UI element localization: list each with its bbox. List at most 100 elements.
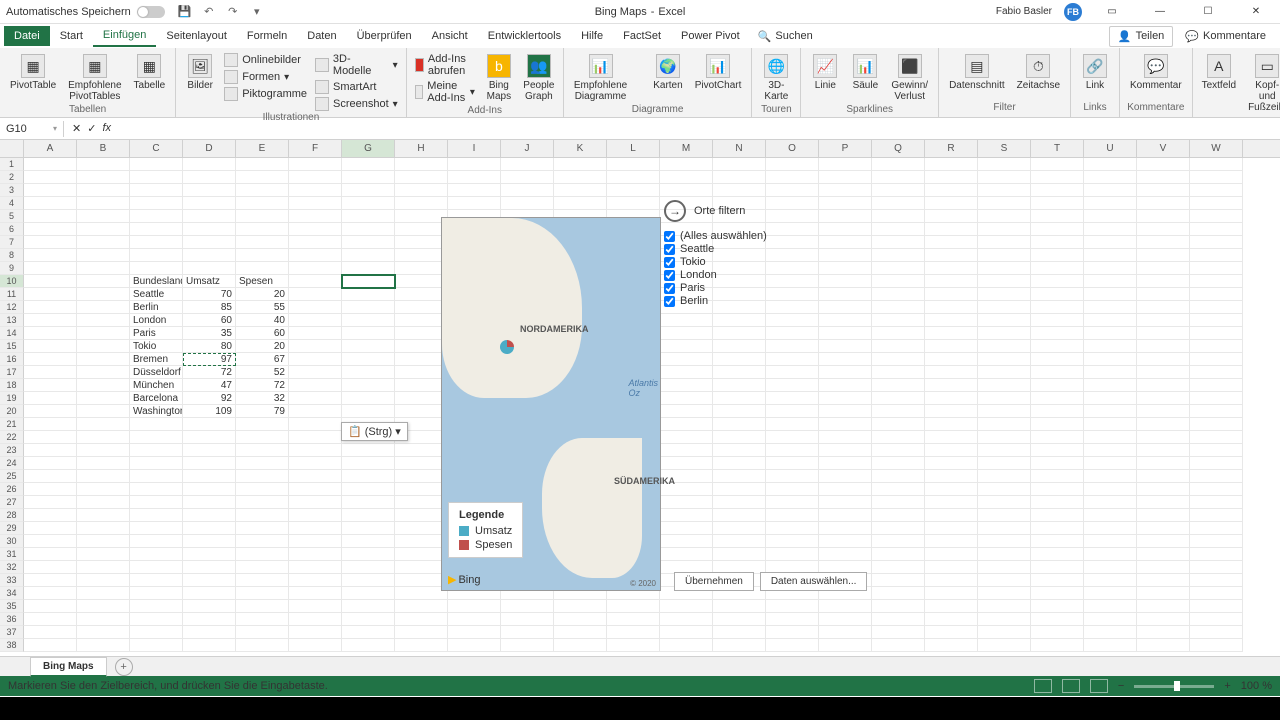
column-header[interactable]: R	[925, 140, 978, 157]
name-box[interactable]: G10▾	[0, 121, 64, 137]
my-addins-button[interactable]: Meine Add-Ins ▾	[413, 79, 477, 105]
arrow-right-icon[interactable]: →	[664, 200, 686, 222]
cell[interactable]: Seattle	[130, 288, 183, 301]
cell[interactable]	[183, 470, 236, 483]
cell[interactable]	[1031, 184, 1084, 197]
cell[interactable]	[1190, 496, 1243, 509]
cell[interactable]	[24, 262, 77, 275]
cell[interactable]	[660, 509, 713, 522]
cell[interactable]	[713, 392, 766, 405]
cell[interactable]	[1190, 262, 1243, 275]
cell[interactable]	[236, 418, 289, 431]
cell[interactable]	[236, 626, 289, 639]
cell[interactable]	[1084, 171, 1137, 184]
cell[interactable]	[872, 405, 925, 418]
cell[interactable]	[978, 522, 1031, 535]
cell[interactable]	[1190, 249, 1243, 262]
cell[interactable]	[342, 483, 395, 496]
view-layout-button[interactable]	[1062, 679, 1080, 693]
cell[interactable]	[819, 509, 872, 522]
cell[interactable]: 67	[236, 353, 289, 366]
row-header[interactable]: 9	[0, 262, 24, 275]
cell[interactable]	[24, 483, 77, 496]
cell[interactable]	[77, 275, 130, 288]
cell[interactable]	[130, 548, 183, 561]
cell[interactable]	[289, 522, 342, 535]
cell[interactable]	[1031, 379, 1084, 392]
cell[interactable]: 35	[183, 327, 236, 340]
cell[interactable]	[24, 587, 77, 600]
cell[interactable]	[1137, 197, 1190, 210]
cell[interactable]	[77, 574, 130, 587]
cell[interactable]	[236, 548, 289, 561]
cell[interactable]	[236, 587, 289, 600]
cell[interactable]	[819, 171, 872, 184]
cell[interactable]	[1137, 587, 1190, 600]
cell[interactable]	[24, 340, 77, 353]
comment-button[interactable]: 💬Kommentar	[1126, 52, 1186, 93]
cell[interactable]: 97	[183, 353, 236, 366]
cell[interactable]	[289, 639, 342, 652]
cell[interactable]	[713, 509, 766, 522]
cell[interactable]	[766, 158, 819, 171]
cell[interactable]	[1137, 418, 1190, 431]
cell[interactable]	[978, 444, 1031, 457]
cell[interactable]	[1137, 236, 1190, 249]
shapes-button[interactable]: Formen ▾	[222, 69, 309, 85]
cell[interactable]	[766, 522, 819, 535]
row-header[interactable]: 11	[0, 288, 24, 301]
cell[interactable]	[1084, 639, 1137, 652]
cell[interactable]	[1137, 405, 1190, 418]
cell[interactable]	[1190, 392, 1243, 405]
cell[interactable]	[925, 392, 978, 405]
cell[interactable]	[1190, 366, 1243, 379]
cell[interactable]	[872, 535, 925, 548]
cell[interactable]	[1190, 418, 1243, 431]
cell[interactable]	[130, 639, 183, 652]
cell[interactable]	[819, 496, 872, 509]
cell[interactable]	[1084, 288, 1137, 301]
cell[interactable]	[236, 197, 289, 210]
cell[interactable]	[978, 457, 1031, 470]
cell[interactable]	[872, 496, 925, 509]
cell[interactable]	[448, 158, 501, 171]
cell[interactable]: 109	[183, 405, 236, 418]
cell[interactable]	[978, 535, 1031, 548]
cell[interactable]	[183, 236, 236, 249]
cell[interactable]	[713, 340, 766, 353]
cell[interactable]	[77, 236, 130, 249]
cell[interactable]	[819, 366, 872, 379]
cell[interactable]	[819, 431, 872, 444]
cell[interactable]	[130, 587, 183, 600]
cell[interactable]	[925, 600, 978, 613]
row-header[interactable]: 19	[0, 392, 24, 405]
cell[interactable]	[130, 444, 183, 457]
cell[interactable]: London	[130, 314, 183, 327]
column-header[interactable]: S	[978, 140, 1031, 157]
cell[interactable]: 72	[236, 379, 289, 392]
smartart-button[interactable]: SmartArt	[313, 79, 400, 95]
cell[interactable]	[978, 613, 1031, 626]
cell[interactable]	[1031, 171, 1084, 184]
cell[interactable]	[130, 249, 183, 262]
cell[interactable]	[24, 171, 77, 184]
cell[interactable]	[183, 509, 236, 522]
column-header[interactable]: T	[1031, 140, 1084, 157]
filter-item-all[interactable]: (Alles auswählen)	[664, 230, 864, 242]
cell[interactable]	[713, 535, 766, 548]
cell[interactable]	[872, 509, 925, 522]
cell[interactable]	[77, 366, 130, 379]
cell[interactable]	[978, 301, 1031, 314]
row-header[interactable]: 18	[0, 379, 24, 392]
cell[interactable]	[1137, 509, 1190, 522]
column-header[interactable]: Q	[872, 140, 925, 157]
table-button[interactable]: ▦Tabelle	[130, 52, 170, 93]
cell[interactable]	[1084, 574, 1137, 587]
cell[interactable]	[24, 210, 77, 223]
cell[interactable]	[77, 288, 130, 301]
cell[interactable]	[925, 275, 978, 288]
cell[interactable]	[289, 223, 342, 236]
cell[interactable]	[872, 600, 925, 613]
cell[interactable]	[660, 639, 713, 652]
row-header[interactable]: 16	[0, 353, 24, 366]
